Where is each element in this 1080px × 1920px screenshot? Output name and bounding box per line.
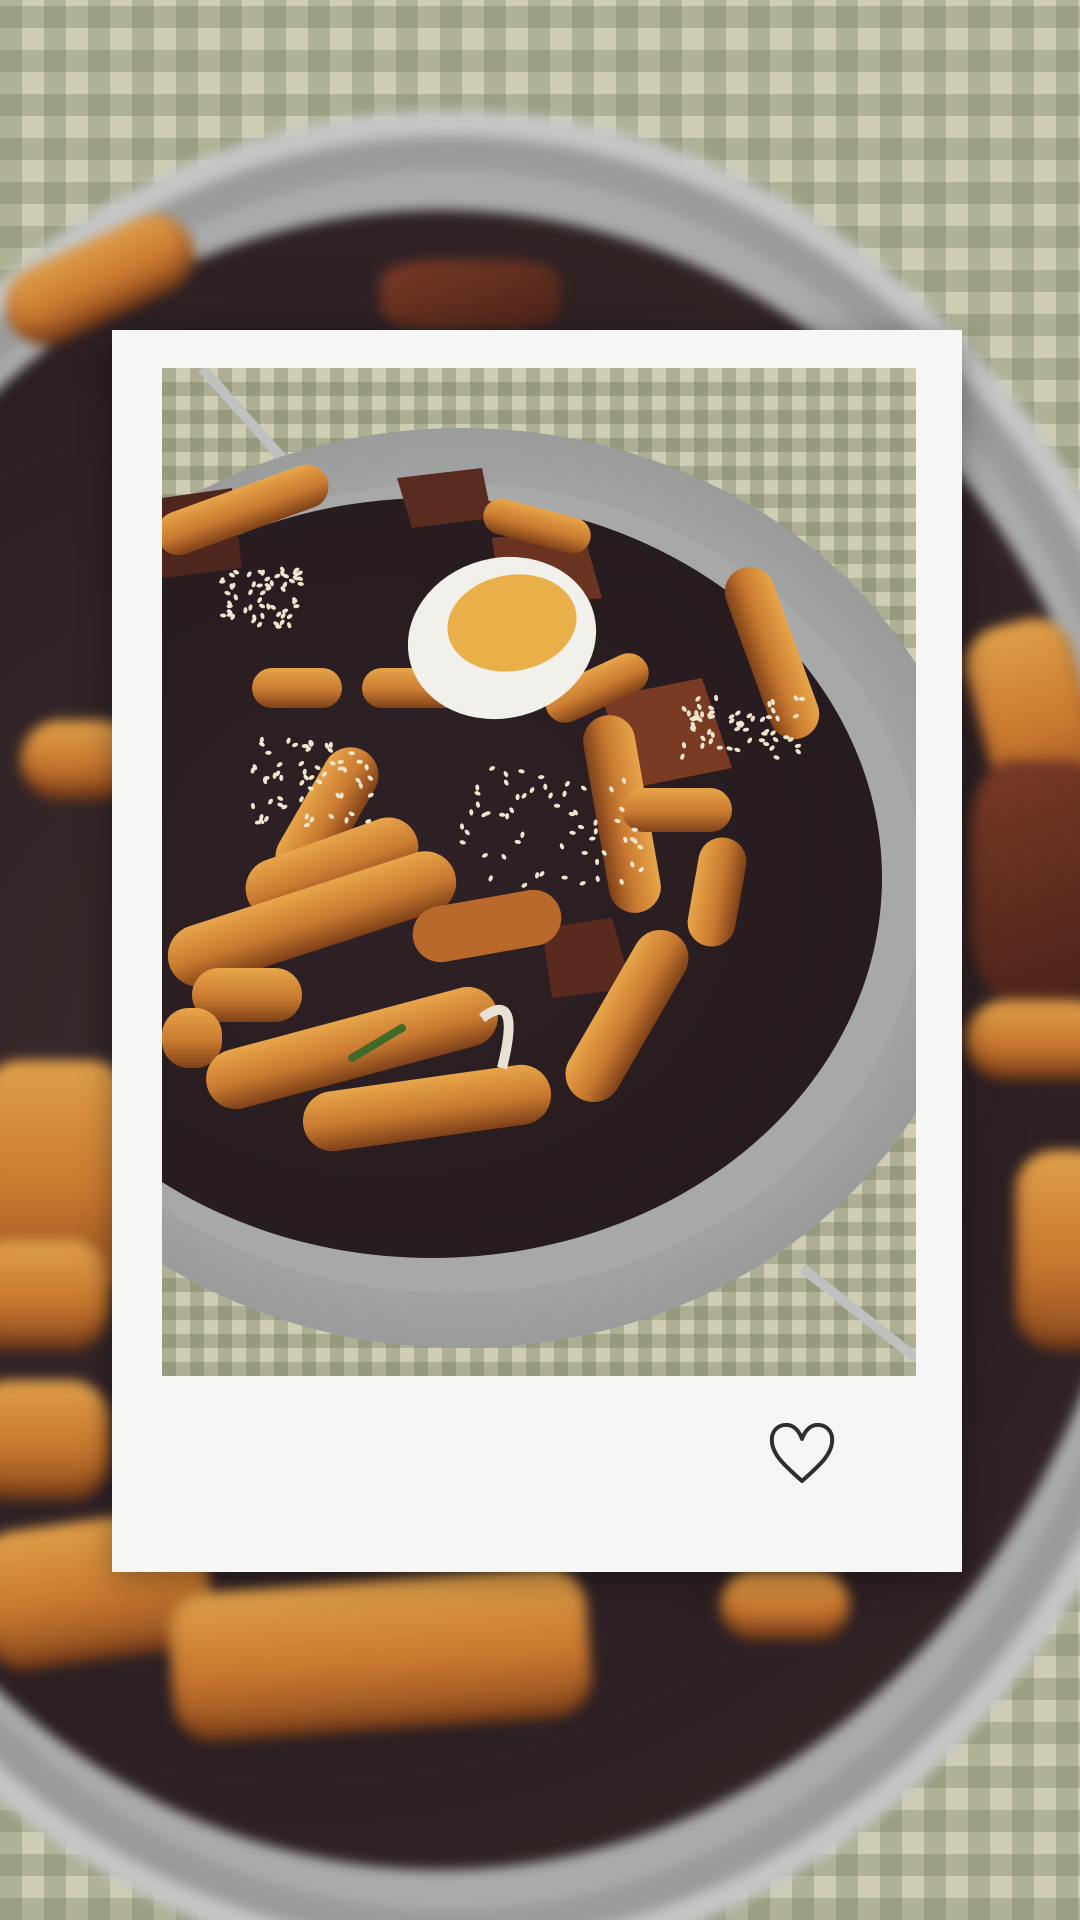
background-rice-cake — [965, 1000, 1080, 1080]
polaroid-frame — [112, 330, 962, 1572]
background-meat — [970, 760, 1080, 1000]
meat-piece — [397, 468, 492, 528]
background-rice-cake — [165, 1565, 595, 1745]
tteokbokki-illustration — [162, 368, 916, 1362]
background-rice-cake — [0, 1380, 110, 1500]
food-photo — [162, 368, 916, 1376]
background-rice-cake — [1015, 1150, 1080, 1350]
heart-icon — [769, 1422, 835, 1483]
background-meat — [380, 260, 560, 330]
background-rice-cake — [0, 1240, 110, 1350]
sesame-seed — [595, 858, 600, 866]
pan-handle — [798, 1264, 916, 1362]
background-rice-cake — [720, 1570, 850, 1640]
pan-handle — [198, 368, 286, 462]
sesame-seed — [265, 750, 272, 755]
